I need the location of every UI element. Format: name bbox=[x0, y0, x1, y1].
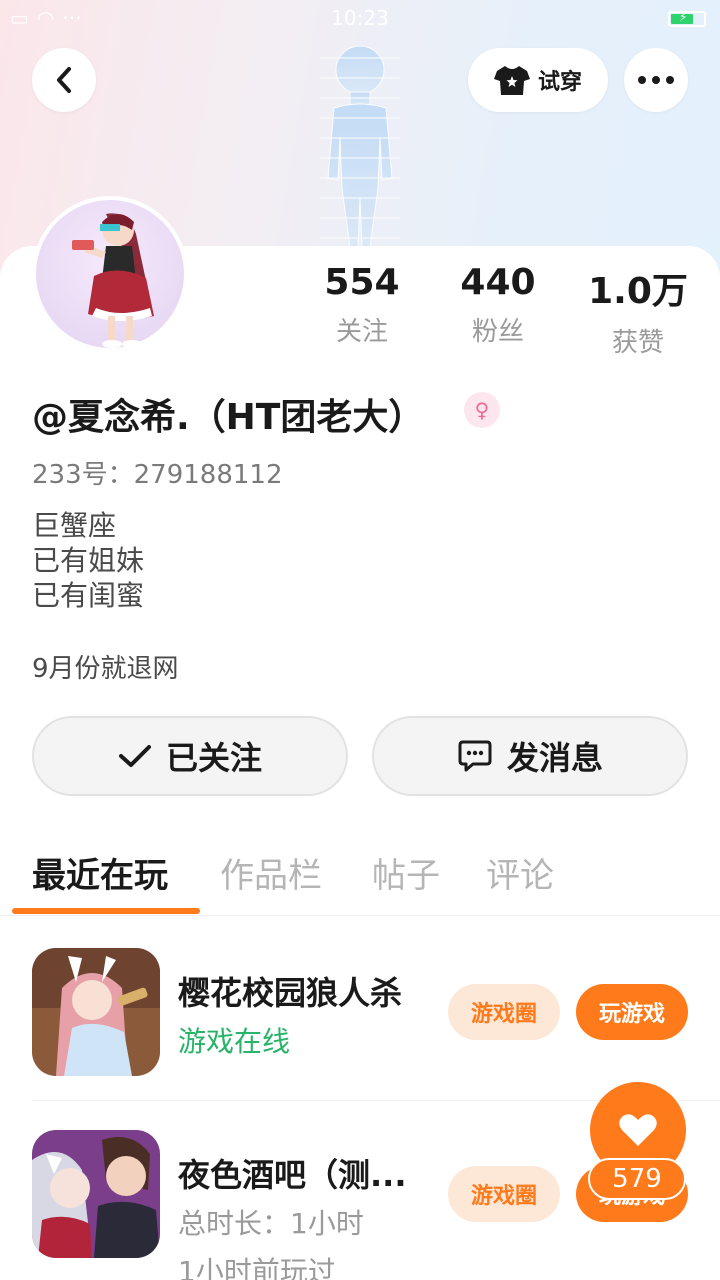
heart-icon bbox=[619, 1114, 657, 1146]
game-title: 夜色酒吧（测... bbox=[178, 1156, 407, 1194]
tshirt-icon bbox=[493, 66, 530, 95]
game-title: 樱花校园狼人杀 bbox=[178, 974, 403, 1012]
followed-label: 已关注 bbox=[165, 739, 262, 777]
more-dots-icon bbox=[638, 76, 674, 84]
profile-bio: 巨蟹座 已有姐妹 已有闺蜜 bbox=[32, 508, 144, 613]
tab-works[interactable]: 作品栏 bbox=[220, 848, 322, 897]
stat-followers[interactable]: 440 粉丝 bbox=[418, 262, 578, 348]
send-message-button[interactable]: 发消息 bbox=[372, 716, 688, 796]
tab-posts[interactable]: 帖子 bbox=[372, 848, 440, 897]
chevron-left-icon bbox=[57, 67, 71, 93]
game-circle-button[interactable]: 游戏圈 bbox=[448, 1166, 560, 1222]
avatar-hologram-figure bbox=[320, 45, 400, 249]
game-icon-night-bar[interactable] bbox=[32, 1130, 160, 1258]
game-last-played: 1小时前玩过 bbox=[178, 1255, 336, 1280]
bio-line: 巨蟹座 bbox=[32, 509, 117, 542]
avatar[interactable] bbox=[32, 196, 188, 352]
status-time: 10:23 bbox=[331, 6, 389, 30]
likes-count: 1.0万 bbox=[588, 271, 688, 312]
game-circle-button[interactable]: 游戏圈 bbox=[448, 984, 560, 1040]
game-online-status: 游戏在线 bbox=[178, 1025, 291, 1058]
avatar-character-illustration bbox=[72, 213, 154, 348]
tab-comments[interactable]: 评论 bbox=[486, 848, 554, 897]
chat-bubble-icon bbox=[458, 740, 492, 772]
back-button[interactable] bbox=[32, 48, 96, 112]
followed-button[interactable]: 已关注 bbox=[32, 716, 348, 796]
tab-recently-played[interactable]: 最近在玩 bbox=[32, 848, 168, 897]
followers-label: 粉丝 bbox=[471, 317, 524, 347]
play-game-button[interactable]: 玩游戏 bbox=[576, 984, 688, 1040]
profile-nickname: @夏念希.（HT团老大） bbox=[32, 397, 425, 438]
checkmark-icon bbox=[118, 745, 151, 767]
battery-icon: ⚡ bbox=[668, 10, 706, 27]
likes-label: 获赞 bbox=[611, 328, 664, 358]
more-options-button[interactable] bbox=[624, 48, 688, 112]
profile-note: 9月份就退网 bbox=[32, 654, 179, 684]
followers-count: 440 bbox=[460, 262, 536, 303]
female-gender-icon: ♀ bbox=[464, 392, 500, 428]
bio-line: 已有闺蜜 bbox=[32, 579, 145, 612]
game-icon-sakura-werewolf[interactable] bbox=[32, 948, 160, 1076]
send-message-label: 发消息 bbox=[506, 739, 603, 777]
stat-likes[interactable]: 1.0万 获赞 bbox=[558, 262, 718, 359]
user-id: 233号：279188112 bbox=[32, 460, 283, 490]
active-tab-indicator bbox=[12, 908, 200, 914]
game-total-duration: 总时长：1小时 bbox=[178, 1207, 364, 1240]
like-count-badge: 579 bbox=[588, 1158, 686, 1200]
bio-line: 已有姐妹 bbox=[32, 544, 145, 577]
profile-tabs: 最近在玩 作品栏 帖子 评论 bbox=[0, 840, 720, 916]
try-on-label: 试穿 bbox=[537, 70, 582, 95]
status-bar: ▭ ◠ ··· 10:23 ⚡ bbox=[0, 0, 720, 38]
try-on-button[interactable]: 试穿 bbox=[468, 48, 608, 112]
